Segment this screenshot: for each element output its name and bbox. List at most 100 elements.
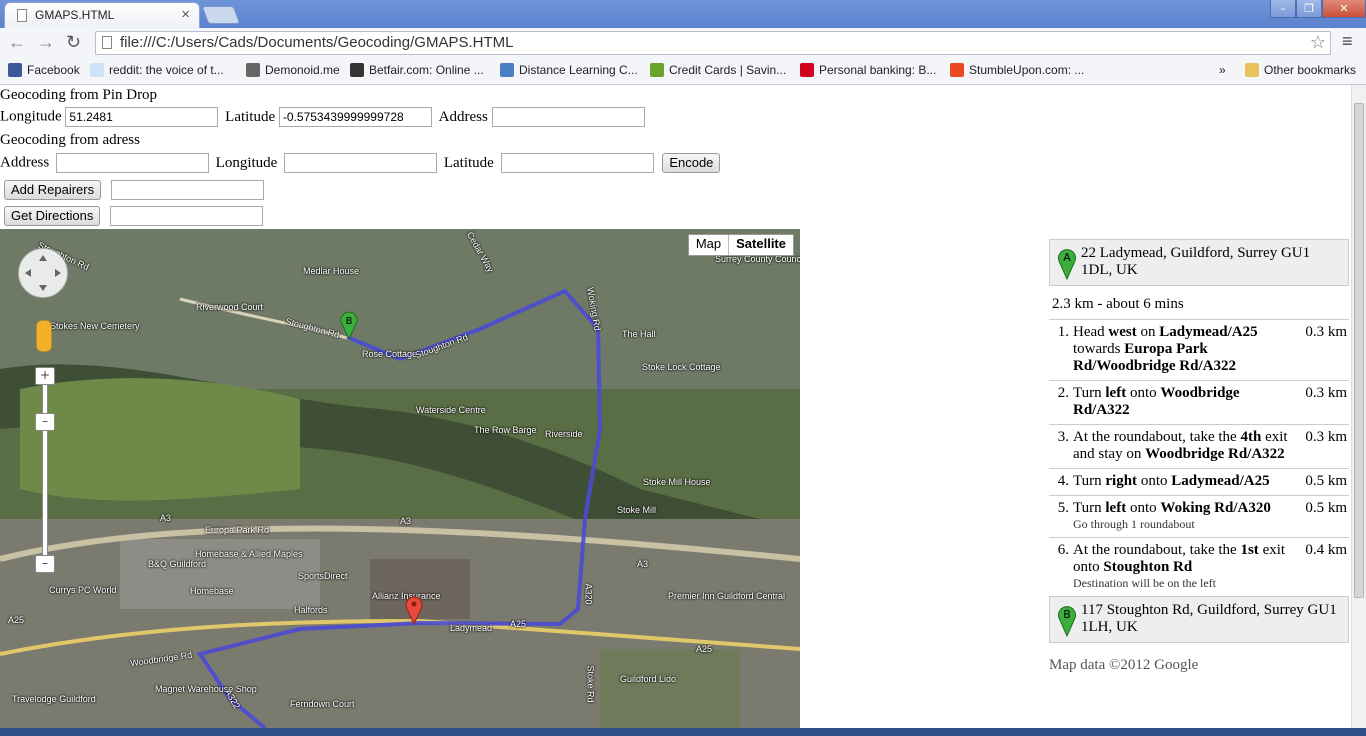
browser-tab[interactable]: GMAPS.HTML × — [4, 2, 200, 28]
bookmark-label: Demonoid.me — [265, 63, 340, 77]
address-input[interactable] — [55, 153, 209, 173]
windows-taskbar — [0, 728, 1366, 736]
direction-step[interactable]: 4. Turn right onto Ladymead/A25 0.5 km — [1049, 468, 1349, 496]
bookmark-label: StumbleUpon.com: ... — [969, 63, 1085, 77]
longitude-label-2: Longitude — [215, 154, 278, 171]
address-label: Address — [438, 108, 488, 125]
pin-drop-heading: Geocoding from Pin Drop — [0, 87, 158, 103]
bookmark-item[interactable]: Facebook — [8, 63, 80, 77]
direction-step[interactable]: 1. Head west on Ladymead/A25 towards Euro… — [1049, 319, 1349, 381]
bookmark-item[interactable]: reddit: the voice of t... — [90, 63, 224, 77]
map-label: Riverside — [545, 429, 583, 439]
zoom-slider[interactable] — [42, 377, 48, 565]
map-label: Europa Park Rd — [205, 525, 270, 535]
get-directions-button[interactable]: Get Directions — [4, 206, 101, 226]
scrollbar-thumb[interactable] — [1354, 103, 1364, 598]
bookmarks-overflow-icon[interactable]: » — [1219, 63, 1226, 77]
step-distance: 0.3 km — [1297, 424, 1349, 469]
bookmark-label: reddit: the voice of t... — [109, 63, 224, 77]
back-icon[interactable]: ← — [8, 32, 26, 53]
map-label: A25 — [510, 619, 527, 629]
bookmark-favicon-icon — [800, 63, 814, 77]
map-type-control: Map Satellite — [687, 234, 794, 256]
map-label: A3 — [160, 513, 172, 523]
marker-b-icon[interactable]: B — [339, 310, 359, 340]
step-instruction: Turn left onto Woodbridge Rd/A322 — [1071, 380, 1297, 425]
step-distance: 0.5 km — [1297, 468, 1349, 496]
bookmark-item[interactable]: Demonoid.me — [246, 63, 340, 77]
zoom-out-icon[interactable]: – — [35, 555, 55, 573]
bookmark-favicon-icon — [8, 63, 22, 77]
encode-button[interactable]: Encode — [662, 153, 721, 173]
close-tab-icon[interactable]: × — [181, 6, 190, 23]
zoom-in-icon[interactable]: + — [35, 367, 55, 385]
file-icon — [102, 36, 112, 49]
folder-icon — [1245, 63, 1259, 77]
bookmark-favicon-icon — [246, 63, 260, 77]
bookmark-favicon-icon — [500, 63, 514, 77]
map-label: A25 — [696, 644, 713, 654]
restore-icon[interactable]: ❐ — [1296, 0, 1322, 18]
bookmark-favicon-icon — [90, 63, 104, 77]
direction-step[interactable]: 5. Turn left onto Woking Rd/A320 Go throug… — [1049, 495, 1349, 538]
other-bookmarks[interactable]: Other bookmarks — [1245, 63, 1356, 77]
forward-icon[interactable]: → — [37, 32, 55, 53]
bookmark-label: Facebook — [27, 63, 80, 77]
page-scrollbar[interactable] — [1351, 85, 1366, 728]
map-label: A320 — [583, 583, 594, 605]
map-canvas[interactable]: Stoughton Rd Medlar House Riverwood Cour… — [0, 229, 800, 728]
repairers-input[interactable] — [110, 180, 264, 200]
pan-control[interactable] — [18, 248, 68, 298]
add-repairers-button[interactable]: Add Repairers — [4, 180, 102, 200]
longitude-field[interactable]: 51.2481 — [65, 107, 219, 127]
address-bar[interactable]: file:///C:/Users/Cads/Documents/Geocodin… — [95, 31, 1331, 55]
zoom-handle[interactable]: – — [35, 413, 55, 431]
step-instruction: At the roundabout, take the 4th exit and… — [1071, 424, 1297, 469]
street-view-pegman-icon[interactable] — [36, 320, 52, 352]
browser-titlebar: GMAPS.HTML × – ❐ ✕ — [0, 0, 1366, 28]
map-label: Homebase & Allied Maples — [195, 549, 303, 559]
pan-arrows-icon — [25, 255, 61, 291]
bookmark-item[interactable]: StumbleUpon.com: ... — [950, 63, 1084, 77]
map-label: Stokes New Cemetery — [50, 321, 140, 331]
step-instruction: Turn right onto Ladymead/A25 — [1071, 468, 1297, 496]
directions-input[interactable] — [110, 206, 264, 226]
direction-step[interactable]: 2. Turn left onto Woodbridge Rd/A322 0.3 k… — [1049, 380, 1349, 425]
minimize-icon[interactable]: – — [1270, 0, 1296, 18]
reload-icon[interactable]: ↻ — [66, 32, 81, 53]
bookmark-favicon-icon — [350, 63, 364, 77]
bookmark-item[interactable]: Betfair.com: Online ... — [350, 63, 484, 77]
new-tab-button[interactable] — [201, 6, 241, 24]
longitude-input[interactable] — [284, 153, 438, 173]
dropped-pin-icon[interactable] — [404, 595, 424, 625]
map-label: Premier Inn Guildford Central — [668, 591, 786, 601]
map-label: Stoke Lock Cottage — [642, 362, 721, 372]
directions-steps: 1. Head west on Ladymead/A25 towards Euro… — [1049, 319, 1349, 596]
map-type-satellite-button[interactable]: Satellite — [728, 235, 793, 255]
map-label: The Row Barge — [474, 425, 537, 435]
bookmark-item[interactable]: Distance Learning C... — [500, 63, 638, 77]
bookmark-star-icon[interactable]: ☆ — [1310, 32, 1326, 53]
bookmarks-bar: StumbleUpon.com: ... Personal banking: B.… — [0, 58, 1366, 85]
latitude-field[interactable]: -0.5753439999999728 — [278, 107, 432, 127]
latitude-input[interactable] — [500, 153, 654, 173]
wrench-menu-icon[interactable]: ≡ — [1342, 31, 1353, 52]
map-label: Riverwood Court — [196, 302, 264, 312]
bookmark-favicon-icon — [950, 63, 964, 77]
map-label: Stoke Rd — [585, 665, 596, 703]
map-label: Homebase — [190, 586, 234, 596]
map-copyright: Map data ©2012 Google — [1049, 657, 1199, 673]
step-number: 4. — [1049, 468, 1071, 496]
direction-step[interactable]: 6. At the roundabout, take the 1st exit o… — [1049, 537, 1349, 596]
bookmark-item[interactable]: Credit Cards | Savin... — [650, 63, 786, 77]
direction-step[interactable]: 3. At the roundabout, take the 4th exit a… — [1049, 424, 1349, 469]
address-field[interactable] — [491, 107, 645, 127]
map-type-map-button[interactable]: Map — [689, 235, 728, 255]
window-close-icon[interactable]: ✕ — [1322, 0, 1366, 18]
marker-a-icon: A — [1058, 249, 1076, 280]
map-label: Ferndown Court — [290, 699, 355, 709]
bookmark-item[interactable]: Personal banking: B... — [800, 63, 936, 77]
bookmark-label: Credit Cards | Savin... — [669, 63, 787, 77]
latitude-label-2: Latitude — [443, 154, 494, 171]
map-label: Ladymead — [450, 623, 493, 633]
